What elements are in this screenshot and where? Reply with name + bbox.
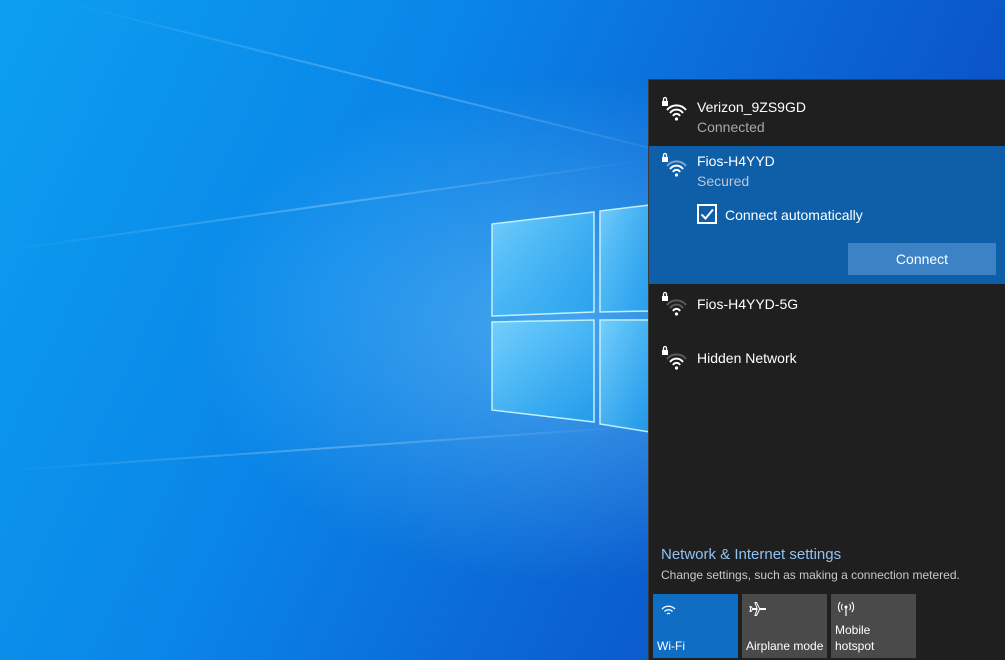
network-status: Connected [697, 119, 765, 135]
network-status: Secured [697, 173, 750, 189]
connect-automatically-checkbox[interactable] [697, 204, 717, 224]
wifi-secured-icon [662, 345, 687, 370]
network-name: Fios-H4YYD [697, 153, 775, 169]
network-item-hidden[interactable]: Hidden Network [649, 338, 1005, 392]
mobile-hotspot-tile[interactable]: Mobile hotspot [831, 594, 916, 658]
wifi-toggle-tile[interactable]: Wi-Fi [653, 594, 738, 658]
wifi-secured-icon [662, 291, 687, 316]
wifi-secured-icon [662, 96, 687, 121]
airplane-mode-tile[interactable]: Airplane mode [742, 594, 827, 658]
settings-description: Change settings, such as making a connec… [661, 568, 960, 582]
network-name: Hidden Network [697, 350, 797, 366]
wifi-icon [661, 605, 676, 615]
network-item-verizon[interactable]: Verizon_9ZS9GD Connected [649, 80, 1005, 146]
hotspot-icon [837, 601, 855, 616]
wallpaper-light-ray [59, 0, 740, 172]
connect-automatically-label[interactable]: Connect automatically [725, 207, 863, 223]
airplane-icon [749, 602, 766, 616]
network-item-fios-5g[interactable]: Fios-H4YYD-5G [649, 284, 1005, 338]
windows-logo [491, 204, 650, 433]
checkmark-icon [700, 208, 714, 220]
wifi-secured-icon [662, 152, 687, 177]
network-internet-settings-link[interactable]: Network & Internet settings [661, 546, 841, 563]
tile-label: Mobile hotspot [835, 623, 875, 653]
network-flyout: Verizon_9ZS9GD Connected Fios-H4YYD Secu… [648, 79, 1005, 660]
network-item-fios[interactable]: Fios-H4YYD Secured Connect automatically… [649, 146, 1005, 284]
network-name: Verizon_9ZS9GD [697, 99, 806, 115]
network-name: Fios-H4YYD-5G [697, 296, 799, 312]
tile-label: Wi-Fi [657, 639, 685, 653]
connect-button[interactable]: Connect [848, 243, 996, 275]
tile-label: Airplane mode [746, 639, 824, 653]
